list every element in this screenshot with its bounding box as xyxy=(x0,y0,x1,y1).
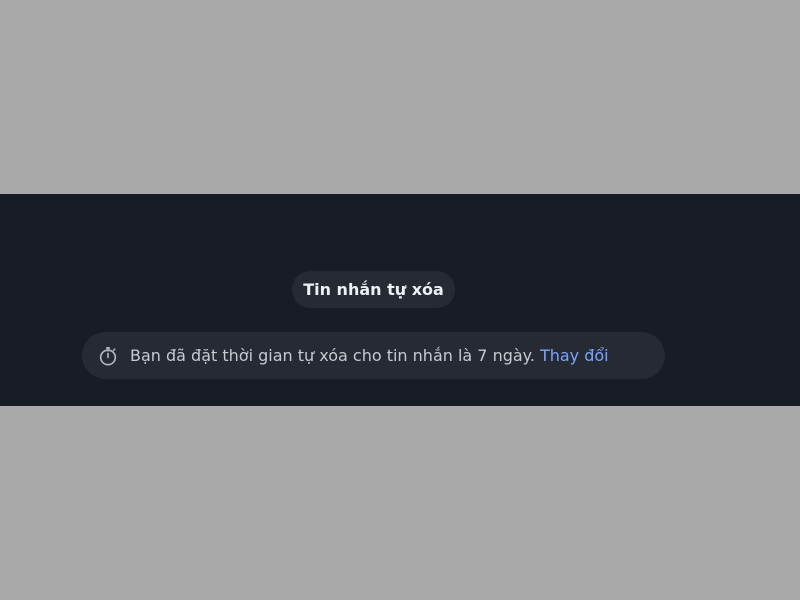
disappearing-messages-notice: Bạn đã đặt thời gian tự xóa cho tin nhắn… xyxy=(82,332,665,379)
notice-text: Bạn đã đặt thời gian tự xóa cho tin nhắn… xyxy=(130,345,535,365)
change-timer-link[interactable]: Thay đổi xyxy=(540,346,609,366)
disappearing-messages-title: Tin nhắn tự xóa xyxy=(292,271,455,308)
timer-icon xyxy=(97,345,119,367)
chat-screen-strip: Tin nhắn tự xóa Bạn đã đặt thời gian tự … xyxy=(0,194,800,406)
